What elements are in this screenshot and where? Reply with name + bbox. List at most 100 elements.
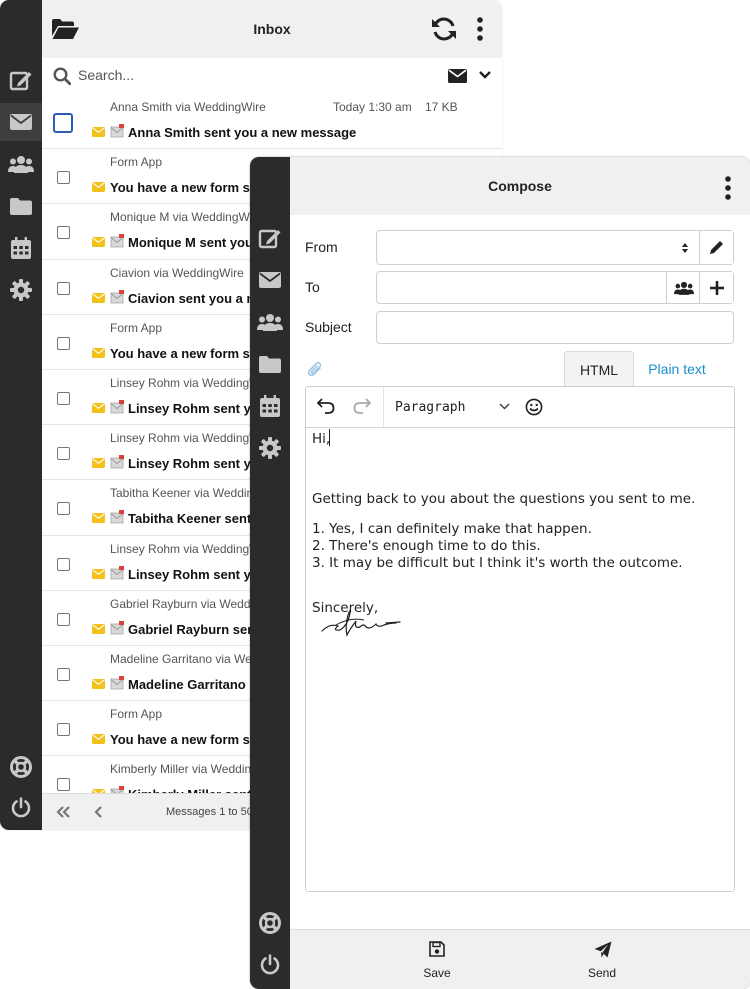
envelope-icon [10,114,32,130]
prev-page-button[interactable] [94,806,103,818]
unread-envelope-icon [92,734,105,745]
row-checkbox[interactable] [57,778,70,792]
row-checkbox[interactable] [57,557,70,571]
unread-envelope-icon [92,623,105,634]
paperclip-icon [307,361,322,377]
row-checkbox[interactable] [57,171,70,185]
row-checkbox[interactable] [57,226,70,240]
signature-image [320,601,402,641]
from-select[interactable] [376,230,734,265]
compose-sidebar [250,157,290,989]
gear-icon [10,279,32,301]
row-checkbox[interactable] [57,447,70,461]
compose-icon [258,229,281,249]
row-checkbox[interactable] [57,281,70,295]
subject-field[interactable] [376,311,734,344]
to-input[interactable] [377,272,667,303]
unread-envelope-icon [92,513,105,524]
compose-menu-button[interactable] [724,176,732,200]
chevron-left-icon [94,806,102,818]
refresh-button[interactable] [431,16,457,42]
message-row[interactable]: Anna Smith via WeddingWire Today 1:30 am 1… [42,94,502,150]
row-checkbox[interactable] [57,667,70,681]
row-checkbox[interactable] [53,113,73,133]
mail-nav-button[interactable] [250,262,290,298]
search-bar [42,58,502,95]
redo-button[interactable] [353,398,371,414]
search-scope-envelope-icon[interactable] [448,69,467,83]
save-button[interactable]: Save [377,930,497,989]
unread-envelope-icon [92,347,105,358]
text-cursor [329,429,330,446]
unread-envelope-icon [92,568,105,579]
power-icon [11,797,31,818]
calendar-nav-button[interactable] [0,229,42,267]
mail-nav-button[interactable] [0,103,42,141]
emoji-button[interactable] [525,398,543,416]
mail-icon [110,455,125,469]
tab-plain-text[interactable]: Plain text [642,351,712,386]
row-checkbox[interactable] [57,612,70,626]
block-format-select[interactable]: Paragraph [395,400,465,415]
undo-icon [317,398,335,414]
calendar-nav-button[interactable] [250,388,290,424]
settings-nav-button[interactable] [0,271,42,309]
send-button[interactable]: Send [542,930,662,989]
more-vertical-icon [725,176,731,200]
tab-html[interactable]: HTML [564,351,634,387]
redo-icon [353,398,371,414]
pencil-icon [710,241,723,254]
add-contact-button[interactable] [666,272,700,303]
subject-input[interactable] [377,312,733,343]
subject-label: Subject [305,319,352,335]
search-icon [53,67,71,85]
logout-nav-button[interactable] [0,789,42,827]
search-input[interactable] [78,67,378,83]
inbox-menu-button[interactable] [476,17,484,41]
message-sender: Form App [110,155,163,170]
compose-title: Compose [488,178,552,194]
to-label: To [305,279,320,295]
logout-nav-button[interactable] [250,947,290,983]
compose-nav-button[interactable] [250,220,290,256]
chevron-down-icon[interactable] [499,403,510,410]
row-checkbox[interactable] [57,723,70,737]
users-icon [673,281,694,295]
compose-window: Compose From To Subject HTML Plain text [250,157,750,989]
row-checkbox[interactable] [57,391,70,405]
contacts-nav-button[interactable] [0,145,42,183]
message-sender: Form App [110,707,163,722]
mail-icon [110,510,125,524]
help-nav-button[interactable] [250,905,290,941]
unread-envelope-icon [92,182,105,193]
settings-nav-button[interactable] [250,430,290,466]
compose-nav-button[interactable] [0,61,42,99]
first-page-button[interactable] [56,806,71,818]
contacts-nav-button[interactable] [250,304,290,340]
help-nav-button[interactable] [0,748,42,786]
attach-button[interactable] [307,361,323,379]
send-label: Send [587,966,617,980]
folder-icon [259,355,281,373]
folders-nav-button[interactable] [0,187,42,225]
body-line: Hi, [312,431,331,447]
message-editor[interactable]: Paragraph Hi, Getting back to you about … [305,386,735,892]
chevron-down-icon[interactable] [479,71,491,79]
row-checkbox[interactable] [57,336,70,350]
row-checkbox[interactable] [57,502,70,516]
edit-identity-button[interactable] [699,231,733,264]
unread-envelope-icon [92,237,105,248]
message-sender: Ciavion via WeddingWire [110,265,244,280]
refresh-icon [432,17,456,41]
add-recipient-button[interactable] [699,272,733,303]
undo-button[interactable] [317,398,335,414]
toolbar-separator [383,387,384,427]
power-icon [260,954,280,975]
from-label: From [305,239,338,255]
body-line: 3. It may be difficult but I think it's … [312,555,683,571]
message-size: 17 KB [425,100,458,114]
unread-envelope-icon [92,127,105,137]
folders-nav-button[interactable] [250,346,290,382]
to-field[interactable] [376,271,734,304]
unread-envelope-icon [92,678,105,689]
